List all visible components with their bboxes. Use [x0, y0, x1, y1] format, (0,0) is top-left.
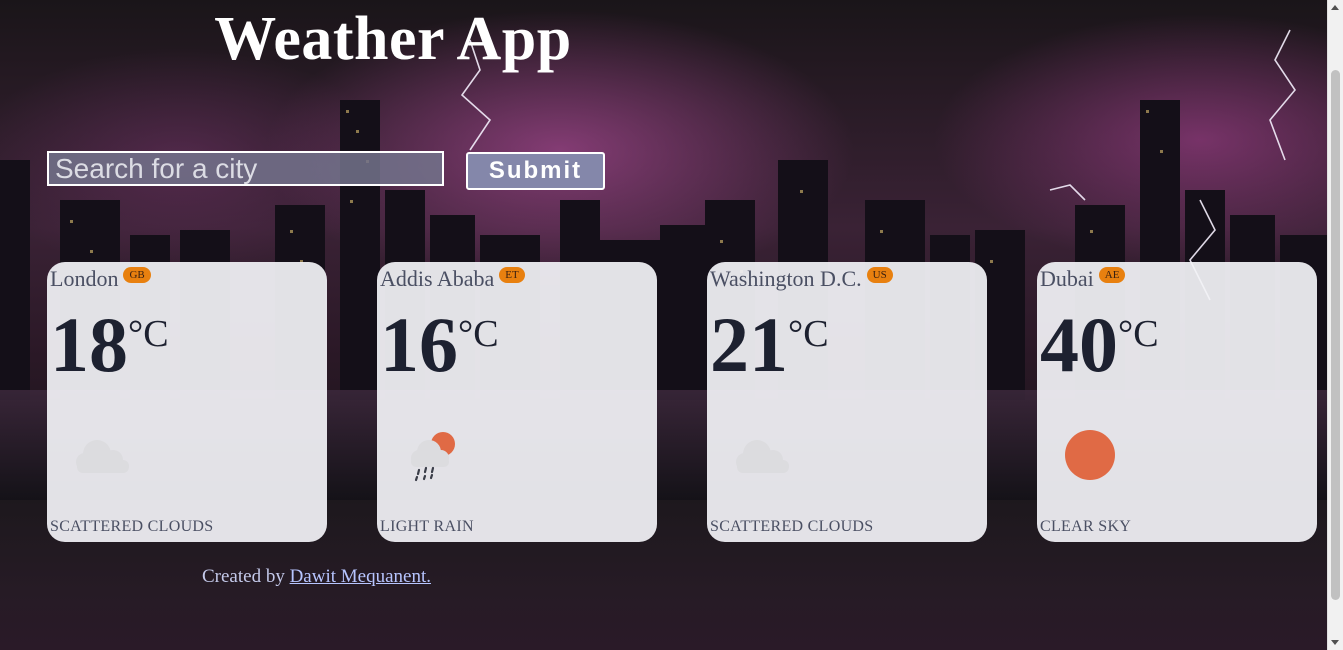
city-name: Washington D.C.	[710, 266, 862, 291]
scroll-up-arrow[interactable]	[1331, 5, 1339, 10]
temperature-value: 16	[380, 301, 458, 388]
search-input[interactable]	[47, 151, 444, 186]
weather-cards: London GB 18°C scattered clouds Addis Aba…	[0, 262, 1328, 542]
page-title: Weather App	[214, 5, 572, 73]
author-link[interactable]: Dawit Mequanent.	[290, 566, 431, 587]
footer-credit: Created by Dawit Mequanent.	[202, 566, 431, 588]
weather-description: scattered clouds	[50, 518, 214, 535]
temperature-unit: °C	[788, 313, 829, 355]
footer-prefix: Created by	[202, 566, 285, 587]
cloud-icon	[727, 422, 797, 482]
vertical-scrollbar[interactable]	[1327, 0, 1343, 650]
city-name: Addis Ababa	[380, 266, 495, 291]
country-badge: ET	[499, 267, 525, 283]
weather-description: light rain	[380, 518, 474, 535]
temperature-unit: °C	[458, 313, 499, 355]
weather-card-washington: Washington D.C. US 21°C scattered clouds	[707, 262, 987, 542]
country-badge: AE	[1098, 267, 1126, 283]
weather-card-addis-ababa: Addis Ababa ET 16°C light rain	[377, 262, 657, 542]
scrollbar-thumb[interactable]	[1331, 70, 1340, 600]
cloud-icon	[67, 422, 137, 482]
weather-description: clear sky	[1040, 518, 1132, 535]
temperature-unit: °C	[1118, 313, 1159, 355]
weather-description: scattered clouds	[710, 518, 874, 535]
temperature-value: 40	[1040, 301, 1118, 388]
weather-card-dubai: Dubai AE 40°C clear sky	[1037, 262, 1317, 542]
submit-button[interactable]: Submit	[466, 152, 605, 190]
sun-icon	[1057, 422, 1127, 482]
city-name: Dubai	[1040, 266, 1094, 291]
country-badge: GB	[123, 267, 151, 283]
temperature-value: 18	[50, 301, 128, 388]
sun-rain-cloud-icon	[397, 422, 467, 482]
temperature-value: 21	[710, 301, 788, 388]
country-badge: US	[866, 267, 893, 283]
temperature-unit: °C	[128, 313, 169, 355]
scroll-down-arrow[interactable]	[1331, 640, 1339, 645]
weather-card-london: London GB 18°C scattered clouds	[47, 262, 327, 542]
city-name: London	[50, 266, 119, 291]
